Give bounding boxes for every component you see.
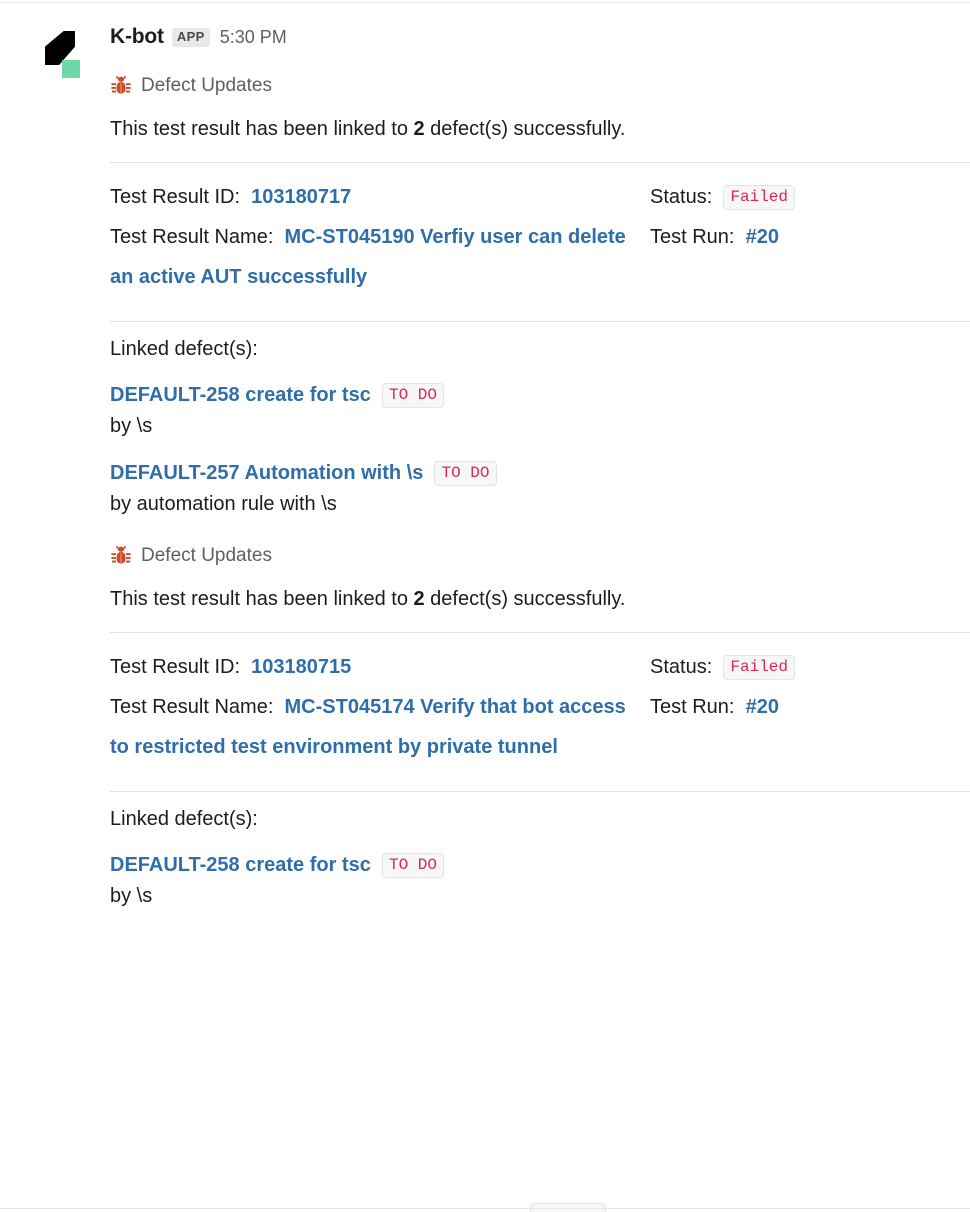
attachment-title-row: Defect Updates [110,542,970,570]
app-badge: APP [171,27,210,47]
attachment-fields: Test Result ID: 103180715 Test Result Na… [110,633,970,767]
message-body: Defect Updates This test result has been… [110,72,970,912]
avatar[interactable] [38,27,94,83]
message-timestamp[interactable]: 5:30 PM [220,27,287,48]
attachment-title-row: Defect Updates [110,72,970,100]
lead-count: 2 [413,588,425,610]
link-test-result-id[interactable]: 103180715 [251,656,351,678]
sender-name[interactable]: K-bot [110,25,164,49]
field-status: Status: Failed [650,177,970,217]
defect-byline: by \s [110,885,153,907]
defect-item: DEFAULT-257 Automation with \s TO DO by … [110,442,970,520]
slack-message-page: K-bot APP 5:30 PM Defect Updates This te… [0,0,970,1212]
message-header: K-bot APP 5:30 PM [110,24,287,50]
attachment-fields: Test Result ID: 103180717 Test Result Na… [110,163,970,297]
defect-byline: by automation rule with \s [110,493,337,515]
bug-icon [110,75,132,97]
field-label-test-result-id: Test Result ID: [110,186,241,208]
attachment-lead-text: This test result has been linked to 2 de… [110,574,970,622]
attachment-0: Defect Updates This test result has been… [110,72,970,520]
defect-title-row: DEFAULT-258 create for tsc TO DO [110,850,970,880]
defect-title-row: DEFAULT-258 create for tsc TO DO [110,380,970,410]
attachment-title: Defect Updates [141,545,272,566]
lead-prefix: This test result has been linked to [110,588,414,610]
lead-suffix: defect(s) successfully. [424,588,626,610]
defect-item: DEFAULT-258 create for tsc TO DO by \s [110,364,970,442]
lead-suffix: defect(s) successfully. [424,118,626,140]
field-label-test-result-id: Test Result ID: [110,656,241,678]
field-label-status: Status: [650,186,713,208]
field-test-result-id: Test Result ID: 103180717 [110,177,650,217]
field-label-test-run: Test Run: [650,696,735,718]
linked-defects-label: Linked defect(s): [110,808,258,830]
top-divider [0,2,970,3]
link-defect-key-summary[interactable]: DEFAULT-258 create for tsc [110,854,371,876]
defect-title-row: DEFAULT-257 Automation with \s TO DO [110,458,970,488]
bug-icon [110,545,132,567]
defect-status-badge: TO DO [381,383,444,408]
defect-status-badge: TO DO [434,461,497,486]
field-label-test-result-name: Test Result Name: [110,226,274,248]
attachment-1: Defect Updates This test result has been… [110,542,970,912]
field-label-test-run: Test Run: [650,226,735,248]
link-defect-key-summary[interactable]: DEFAULT-257 Automation with \s [110,462,423,484]
fields-left-column: Test Result ID: 103180717 Test Result Na… [110,177,650,297]
lead-count: 2 [413,118,425,140]
lead-prefix: This test result has been linked to [110,118,414,140]
linked-defects-label: Linked defect(s): [110,338,258,360]
status-badge: Failed [723,655,795,680]
field-label-status: Status: [650,656,713,678]
field-label-test-result-name: Test Result Name: [110,696,274,718]
field-test-run: Test Run: #20 [650,687,970,727]
fields-left-column: Test Result ID: 103180715 Test Result Na… [110,647,650,767]
avatar-image [38,27,94,83]
bottom-divider [0,1208,970,1209]
status-badge: Failed [723,185,795,210]
link-test-run[interactable]: #20 [746,226,779,248]
attachment-gap [110,520,970,542]
field-test-run: Test Run: #20 [650,217,970,257]
field-test-result-id: Test Result ID: 103180715 [110,647,650,687]
defect-byline: by \s [110,415,153,437]
defect-item: DEFAULT-258 create for tsc TO DO by \s [110,834,970,912]
field-status: Status: Failed [650,647,970,687]
field-test-result-name: Test Result Name: MC-ST045174 Verify tha… [110,687,650,767]
fields-right-column: Status: Failed Test Run: #20 [650,647,970,767]
link-test-result-id[interactable]: 103180717 [251,186,351,208]
attachment-lead-text: This test result has been linked to 2 de… [110,104,970,152]
field-test-result-name: Test Result Name: MC-ST045190 Verfiy use… [110,217,650,297]
link-test-run[interactable]: #20 [746,696,779,718]
avatar-accent-square-icon [62,60,80,78]
defect-status-badge: TO DO [381,853,444,878]
fields-right-column: Status: Failed Test Run: #20 [650,177,970,297]
link-defect-key-summary[interactable]: DEFAULT-258 create for tsc [110,384,371,406]
attachment-title: Defect Updates [141,75,272,96]
